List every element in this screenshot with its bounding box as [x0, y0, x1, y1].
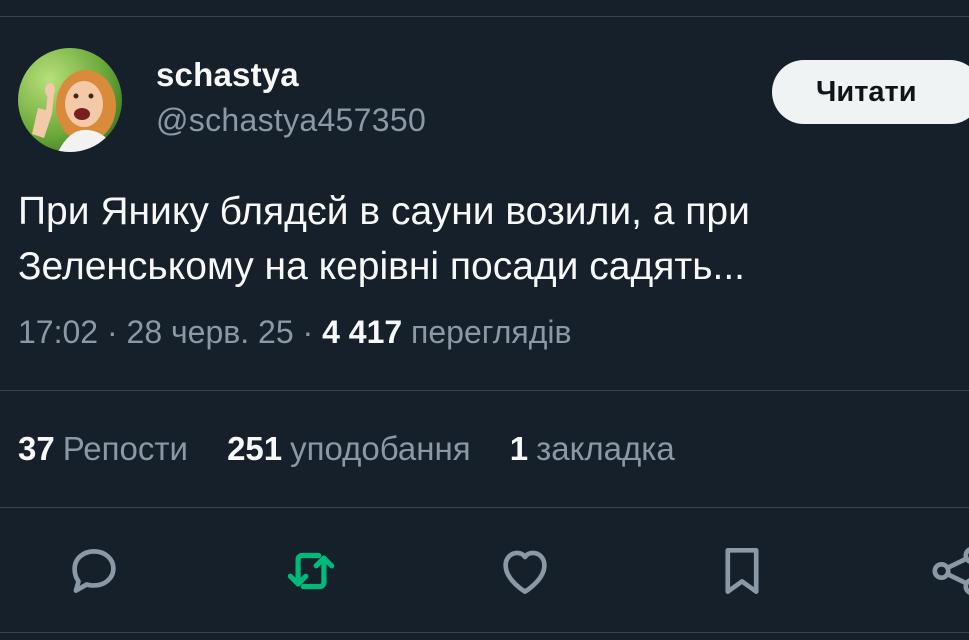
bookmarks-stat[interactable]: 1 закладка — [510, 430, 675, 468]
reposts-label: Репости — [62, 430, 188, 467]
reply-button[interactable] — [63, 540, 125, 602]
meta-separator: · — [302, 314, 314, 350]
share-icon — [932, 547, 969, 595]
bookmarks-count: 1 — [509, 430, 529, 467]
author-handle[interactable]: @schastya457350 — [156, 102, 426, 139]
engagement-stats: 37 Репости 251 уподобання 1 закладка — [18, 430, 705, 468]
share-button[interactable] — [926, 540, 969, 602]
bookmarks-label: закладка — [536, 430, 675, 467]
meta-separator: · — [106, 314, 118, 350]
meta-divider — [0, 390, 969, 391]
views-label[interactable]: переглядів — [411, 314, 571, 350]
views-count[interactable]: 4 417 — [322, 314, 402, 350]
like-button[interactable] — [494, 540, 556, 602]
tweet-date[interactable]: 28 черв. 25 — [127, 314, 294, 350]
bookmark-button[interactable] — [711, 540, 773, 602]
likes-label: уподобання — [290, 430, 471, 467]
avatar[interactable] — [18, 48, 122, 152]
tweet-time[interactable]: 17:02 — [18, 314, 98, 350]
stats-divider — [0, 507, 969, 508]
tweet-meta: 17:02 · 28 черв. 25 · 4 417 переглядів — [18, 314, 572, 351]
author-display-name[interactable]: schastya — [156, 56, 299, 94]
likes-count: 251 — [227, 430, 283, 467]
avatar-image — [18, 48, 122, 152]
tweet-text: При Янику блядєй в сауни возили, а при З… — [18, 190, 750, 288]
bookmark-icon — [725, 548, 759, 594]
top-divider — [0, 16, 969, 17]
like-icon — [503, 550, 547, 594]
action-bar — [0, 540, 969, 602]
reposts-stat[interactable]: 37 Репости — [18, 430, 188, 468]
reposts-count: 37 — [18, 430, 55, 467]
likes-stat[interactable]: 251 уподобання — [227, 430, 470, 468]
follow-button[interactable]: Читати — [772, 60, 969, 124]
reply-icon — [72, 549, 116, 593]
retweet-icon — [287, 552, 335, 590]
retweet-button[interactable] — [280, 540, 342, 602]
bottom-divider — [0, 632, 969, 633]
